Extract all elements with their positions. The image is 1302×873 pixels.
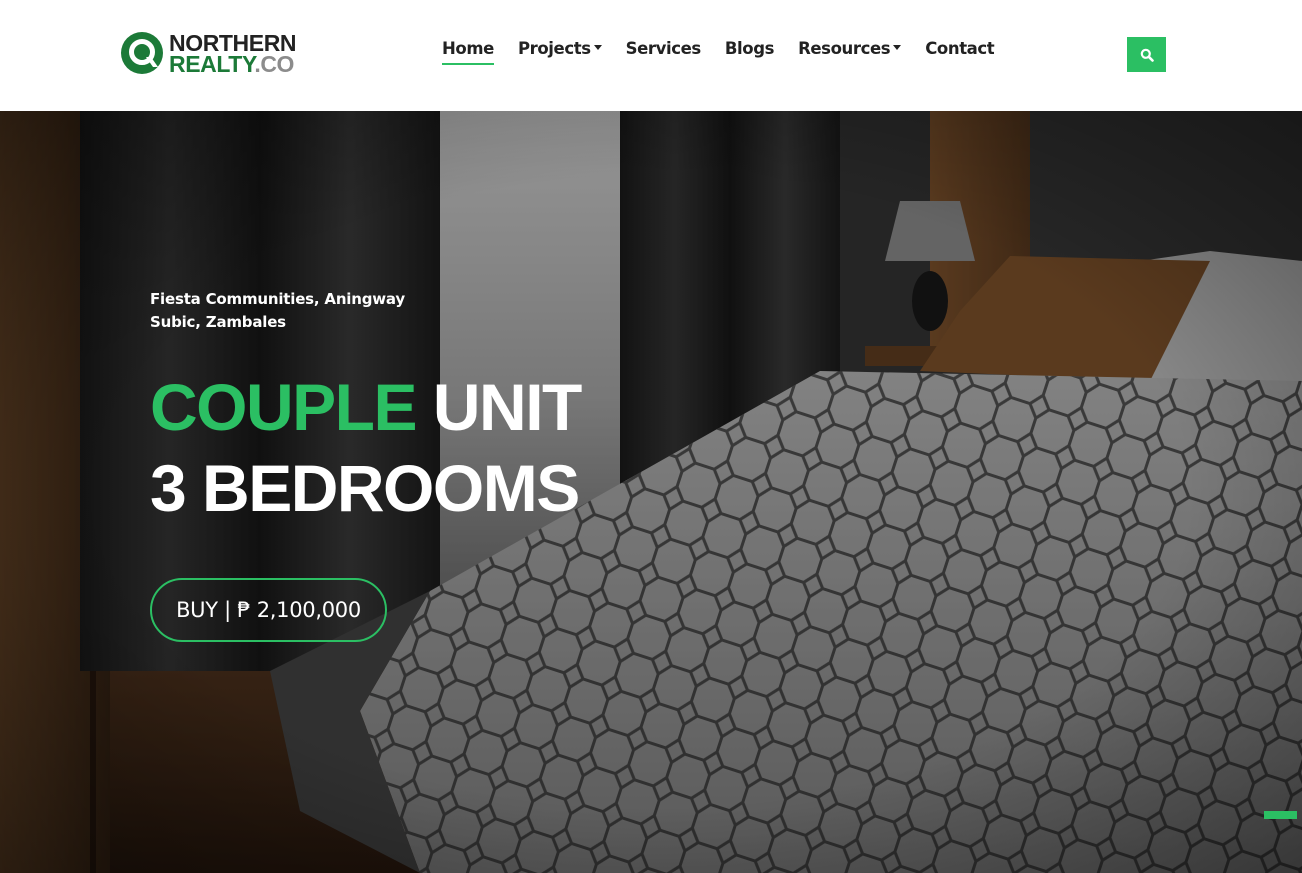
brand-logo[interactable]: NORTHERN REALTY.CO [120,31,300,77]
logo-mark-icon [121,32,163,74]
site-header: NORTHERN REALTY.CO Home Projects Service… [0,0,1302,111]
hero-title: COUPLE UNIT 3 BEDROOMS [150,367,650,529]
nav-item-label: Home [442,39,494,58]
nav-item-blogs[interactable]: Blogs [724,36,775,62]
nav-item-home[interactable]: Home [442,36,494,65]
search-icon [1140,48,1154,62]
hero-title-line2: 3 BEDROOMS [150,451,580,525]
caret-down-icon [893,45,902,50]
slider-indicator[interactable] [1264,811,1297,819]
hero-title-rest: UNIT [416,370,582,444]
nav-item-label: Services [625,39,702,58]
brand-name-line2: REALTY.CO [169,51,295,77]
nav-item-label: Contact [925,39,995,58]
caret-down-icon [593,45,602,50]
brand-name-main: REALTY [169,51,255,77]
nav-item-label: Resources [798,39,891,58]
hero-title-accent: COUPLE [150,370,418,444]
nav-item-resources[interactable]: Resources [798,36,902,62]
buy-button[interactable]: BUY | ₱ 2,100,000 [150,578,387,642]
nav-item-projects[interactable]: Projects [518,36,602,62]
brand-name-suffix: .CO [254,51,295,77]
hero-slider: Fiesta Communities, Aningway Subic, Zamb… [0,111,1302,873]
nav-item-label: Projects [517,39,591,58]
main-nav: Home Projects Services Blogs Resources C… [442,36,995,66]
hero-location: Fiesta Communities, Aningway Subic, Zamb… [150,290,405,331]
search-button[interactable] [1127,37,1166,72]
nav-item-label: Blogs [724,39,775,58]
hero-content: Fiesta Communities, Aningway Subic, Zamb… [150,288,650,529]
nav-item-services[interactable]: Services [625,36,702,62]
page: NORTHERN REALTY.CO Home Projects Service… [0,0,1302,873]
nav-item-contact[interactable]: Contact [925,36,994,62]
